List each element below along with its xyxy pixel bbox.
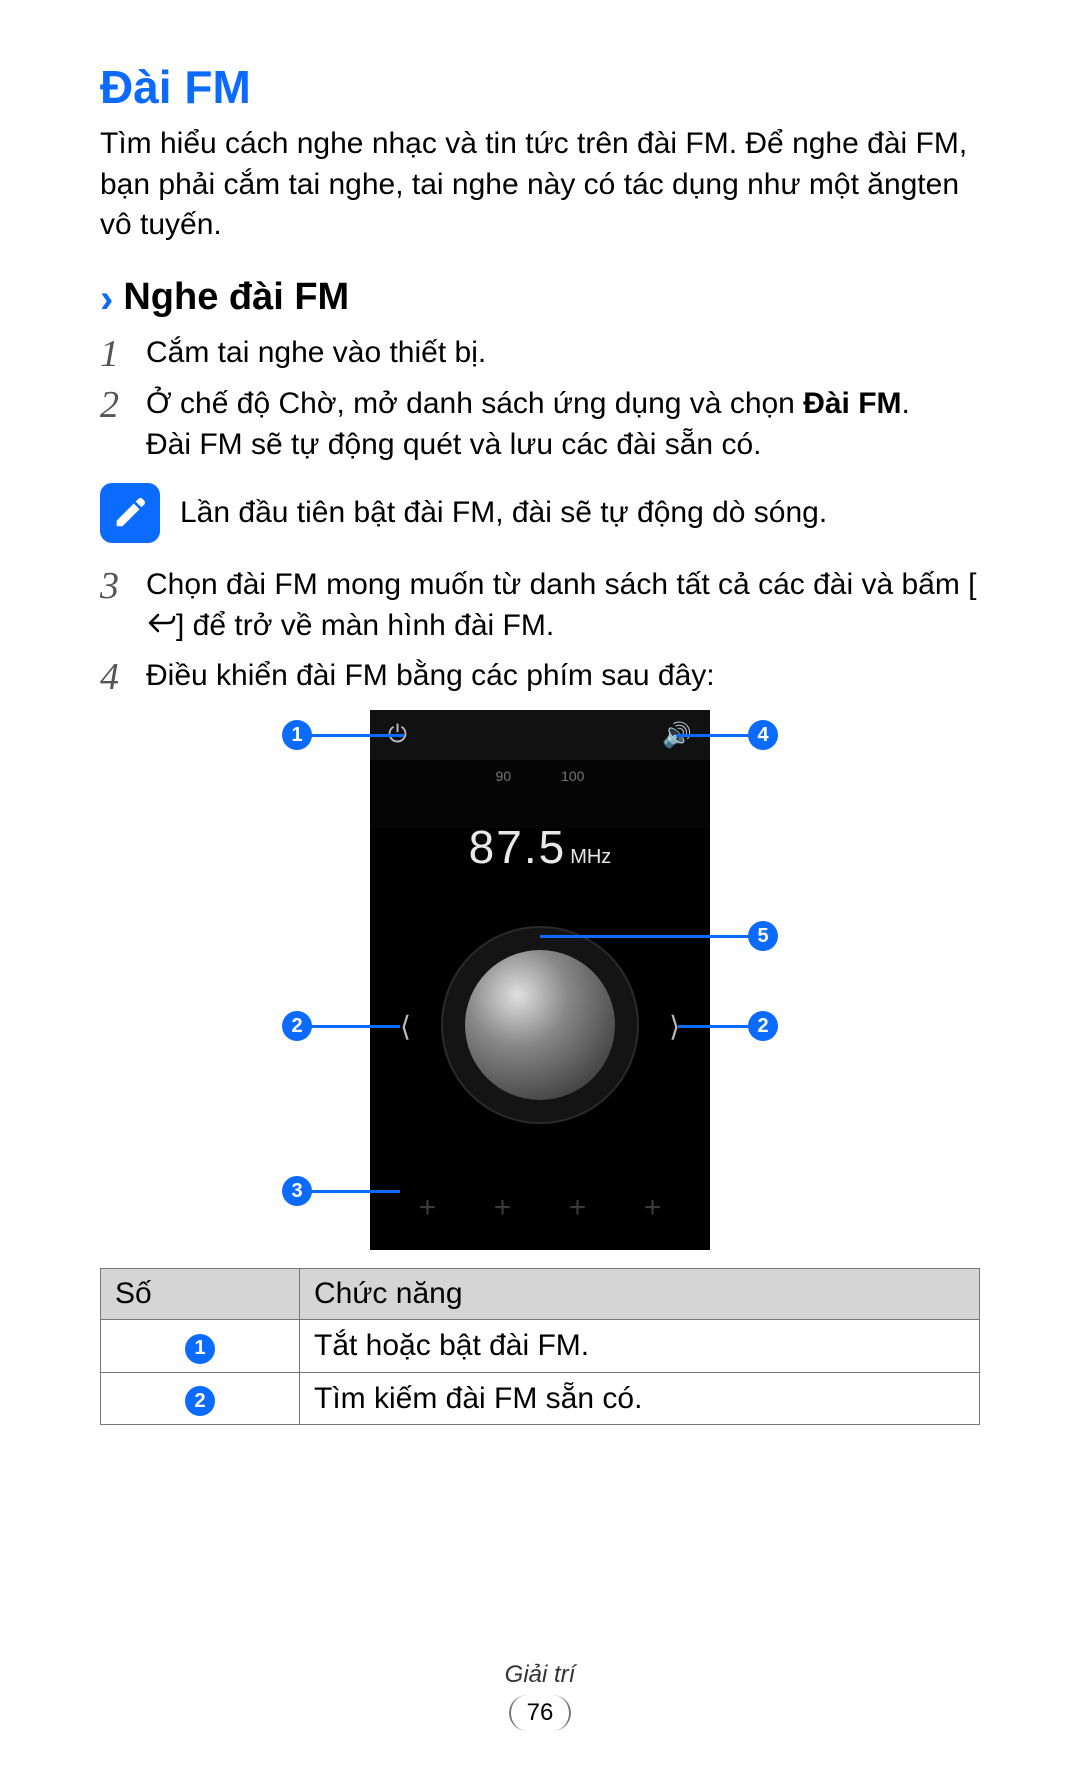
callout-badge-2-right: 2 [748, 1011, 778, 1041]
sub-heading: Nghe đài FM [123, 276, 349, 319]
back-arrow-icon [146, 611, 176, 639]
frequency-unit: MHz [570, 846, 611, 868]
step2-line1-post: . [902, 387, 910, 420]
scale-tick-label: 90 [496, 768, 512, 784]
step-number: 4 [100, 656, 146, 698]
frequency-scale: 90 100 [370, 760, 710, 828]
intro-text: Tìm hiểu cách nghe nhạc và tin tức trên … [100, 124, 980, 246]
sub-heading-row: › Nghe đài FM [100, 276, 980, 319]
step-text: Ở chế độ Chờ, mở danh sách ứng dụng và c… [146, 384, 910, 465]
scale-tick-label: 100 [561, 768, 584, 784]
callout-line [310, 1190, 400, 1193]
table-header-row: Số Chức năng [101, 1269, 980, 1320]
frequency-display: 87.5MHz [370, 820, 710, 874]
step-2: 2 Ở chế độ Chờ, mở danh sách ứng dụng và… [100, 384, 980, 465]
seek-prev-icon[interactable]: ⟨ [400, 1010, 411, 1043]
step3-post: ] để trở về màn hình đài FM. [176, 609, 554, 642]
table-cell-function: Tìm kiếm đài FM sẵn có. [300, 1372, 980, 1425]
callout-line [676, 734, 750, 737]
preset-slot[interactable]: + [623, 1191, 683, 1225]
callout-badge-1: 1 [282, 720, 312, 750]
step-3: 3 Chọn đài FM mong muốn từ danh sách tất… [100, 565, 980, 646]
callout-badge-3: 3 [282, 1176, 312, 1206]
step-1: 1 Cắm tai nghe vào thiết bị. [100, 333, 980, 375]
step2-line2: Đài FM sẽ tự động quét và lưu các đài sẵ… [146, 428, 761, 461]
preset-slot[interactable]: + [548, 1191, 608, 1225]
footer-category: Giải trí [0, 1661, 1080, 1689]
step-text: Điều khiển đài FM bằng các phím sau đây: [146, 656, 715, 697]
step2-line1-bold: Đài FM [803, 387, 901, 420]
chevron-right-icon: › [100, 279, 113, 319]
fm-radio-diagram: 1 4 5 2 2 3 ⏻ 🔊 90 100 87.5MHz ⟨ ⟩ + [190, 710, 890, 1250]
step-number: 1 [100, 333, 146, 375]
callout-line [540, 935, 750, 938]
step-4: 4 Điều khiển đài FM bằng các phím sau đâ… [100, 656, 980, 698]
step-text: Cắm tai nghe vào thiết bị. [146, 333, 486, 374]
radio-topbar: ⏻ 🔊 [370, 710, 710, 760]
note-pencil-icon [100, 483, 160, 543]
callout-badge-2-left: 2 [282, 1011, 312, 1041]
number-badge: 2 [185, 1386, 215, 1416]
table-cell-number: 2 [101, 1372, 300, 1425]
callout-badge-5: 5 [748, 921, 778, 951]
callout-badge-4: 4 [748, 720, 778, 750]
table-row: 2 Tìm kiếm đài FM sẵn có. [101, 1372, 980, 1425]
callout-line [678, 1025, 750, 1028]
step-number: 2 [100, 384, 146, 426]
table-header-function: Chức năng [300, 1269, 980, 1320]
frequency-value: 87.5 [469, 821, 567, 873]
callout-line [310, 1025, 400, 1028]
step-number: 3 [100, 565, 146, 607]
table-cell-number: 1 [101, 1320, 300, 1373]
page-footer: Giải trí 76 [0, 1661, 1080, 1731]
page-number: 76 [509, 1695, 572, 1731]
callout-line [310, 734, 404, 737]
number-badge: 1 [185, 1334, 215, 1364]
step-text: Chọn đài FM mong muốn từ danh sách tất c… [146, 565, 980, 646]
page: Đài FM Tìm hiểu cách nghe nhạc và tin tứ… [0, 0, 1080, 1771]
main-heading: Đài FM [100, 60, 980, 114]
table-row: 1 Tắt hoặc bật đài FM. [101, 1320, 980, 1373]
note-text: Lần đầu tiên bật đài FM, đài sẽ tự động … [180, 493, 827, 534]
step3-pre: Chọn đài FM mong muốn từ danh sách tất c… [146, 568, 977, 601]
step2-line1-pre: Ở chế độ Chờ, mở danh sách ứng dụng và c… [146, 387, 803, 420]
table-header-number: Số [101, 1269, 300, 1320]
tuning-knob[interactable] [465, 950, 615, 1100]
fm-radio-screen: ⏻ 🔊 90 100 87.5MHz ⟨ ⟩ + + + + [370, 710, 710, 1250]
preset-slot[interactable]: + [398, 1191, 458, 1225]
note-row: Lần đầu tiên bật đài FM, đài sẽ tự động … [100, 483, 980, 543]
preset-bar: + + + + [390, 1178, 690, 1238]
function-table: Số Chức năng 1 Tắt hoặc bật đài FM. 2 Tì… [100, 1268, 980, 1425]
preset-slot[interactable]: + [473, 1191, 533, 1225]
table-cell-function: Tắt hoặc bật đài FM. [300, 1320, 980, 1373]
